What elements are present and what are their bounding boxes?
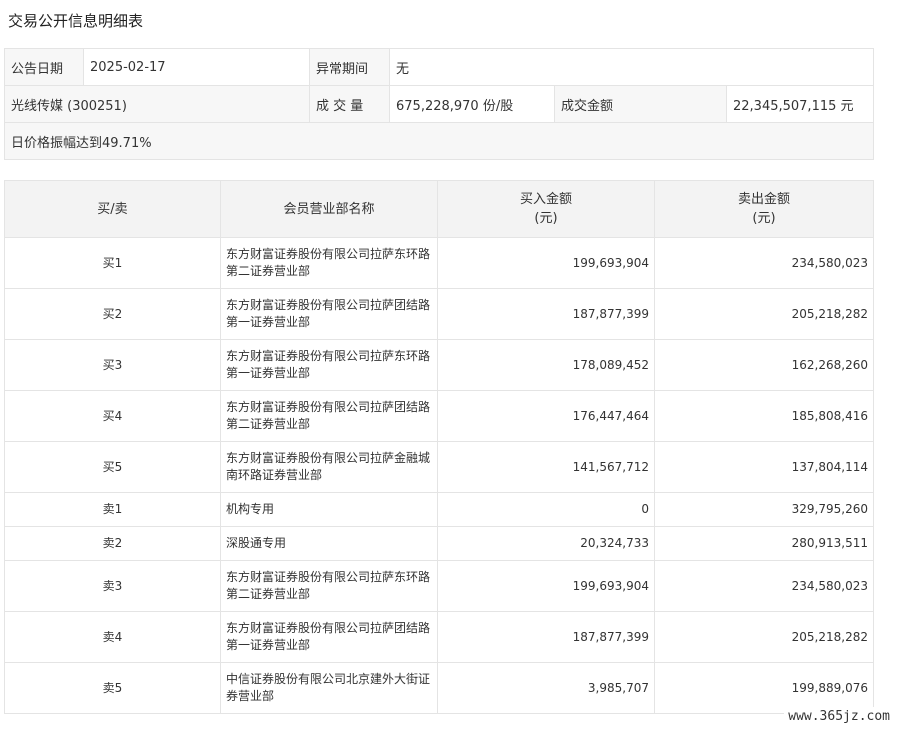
page-title: 交易公开信息明细表 — [8, 12, 144, 30]
table-row: 卖1 机构专用 0 329,795,260 — [4, 492, 874, 527]
row-buy-amount: 187,877,399 — [437, 611, 655, 663]
row-branch: 东方财富证券股份有限公司拉萨东环路第二证券营业部 — [220, 237, 438, 289]
table-row: 买2 东方财富证券股份有限公司拉萨团结路第一证券营业部 187,877,399 … — [4, 288, 874, 340]
row-side: 卖3 — [4, 560, 221, 612]
abnormal-period-label: 异常期间 — [309, 48, 390, 86]
table-row: 卖5 中信证券股份有限公司北京建外大街证券营业部 3,985,707 199,8… — [4, 662, 874, 714]
table-row: 买5 东方财富证券股份有限公司拉萨金融城南环路证券营业部 141,567,712… — [4, 441, 874, 493]
reason-text: 日价格振幅达到49.71% — [4, 122, 874, 160]
header-buy-unit: (元) — [534, 211, 558, 226]
info-row-reason: 日价格振幅达到49.71% — [4, 122, 874, 160]
header-sell-amount: 卖出金额 (元) — [654, 180, 874, 238]
row-buy-amount: 0 — [437, 492, 655, 527]
row-sell-amount: 199,889,076 — [654, 662, 874, 714]
detail-header-row: 买/卖 会员营业部名称 买入金额 (元) 卖出金额 (元) — [4, 180, 874, 238]
row-buy-amount: 20,324,733 — [437, 526, 655, 561]
row-sell-amount: 280,913,511 — [654, 526, 874, 561]
row-branch: 东方财富证券股份有限公司拉萨团结路第一证券营业部 — [220, 288, 438, 340]
announce-date-value: 2025-02-17 — [83, 48, 310, 86]
row-sell-amount: 329,795,260 — [654, 492, 874, 527]
row-side: 买2 — [4, 288, 221, 340]
turnover-value: 22,345,507,115 元 — [726, 85, 874, 123]
detail-table: 买/卖 会员营业部名称 买入金额 (元) 卖出金额 (元) 买1 东方财富证券股… — [4, 180, 874, 714]
row-sell-amount: 234,580,023 — [654, 560, 874, 612]
header-buy-amount-label: 买入金额 — [519, 192, 572, 207]
row-branch: 东方财富证券股份有限公司拉萨金融城南环路证券营业部 — [220, 441, 438, 493]
table-row: 卖3 东方财富证券股份有限公司拉萨东环路第二证券营业部 199,693,904 … — [4, 560, 874, 612]
volume-label: 成 交 量 — [309, 85, 390, 123]
site-watermark: www.365jz.com — [784, 707, 894, 727]
row-buy-amount: 187,877,399 — [437, 288, 655, 340]
table-row: 买4 东方财富证券股份有限公司拉萨团结路第二证券营业部 176,447,464 … — [4, 390, 874, 442]
table-row: 买1 东方财富证券股份有限公司拉萨东环路第二证券营业部 199,693,904 … — [4, 237, 874, 289]
row-buy-amount: 176,447,464 — [437, 390, 655, 442]
row-buy-amount: 141,567,712 — [437, 441, 655, 493]
row-branch: 东方财富证券股份有限公司拉萨东环路第一证券营业部 — [220, 339, 438, 391]
row-side: 卖1 — [4, 492, 221, 527]
turnover-label: 成交金额 — [554, 85, 727, 123]
row-branch: 机构专用 — [220, 492, 438, 527]
row-buy-amount: 3,985,707 — [437, 662, 655, 714]
row-side: 买4 — [4, 390, 221, 442]
row-sell-amount: 185,808,416 — [654, 390, 874, 442]
table-row: 卖2 深股通专用 20,324,733 280,913,511 — [4, 526, 874, 561]
header-sell-amount-label: 卖出金额 — [737, 192, 790, 207]
table-row: 买3 东方财富证券股份有限公司拉萨东环路第一证券营业部 178,089,452 … — [4, 339, 874, 391]
row-side: 买3 — [4, 339, 221, 391]
row-branch: 东方财富证券股份有限公司拉萨团结路第一证券营业部 — [220, 611, 438, 663]
row-branch: 东方财富证券股份有限公司拉萨东环路第二证券营业部 — [220, 560, 438, 612]
row-buy-amount: 199,693,904 — [437, 237, 655, 289]
row-buy-amount: 178,089,452 — [437, 339, 655, 391]
info-row-date: 公告日期 2025-02-17 异常期间 无 — [4, 48, 874, 86]
row-sell-amount: 205,218,282 — [654, 611, 874, 663]
row-side: 卖2 — [4, 526, 221, 561]
abnormal-period-value: 无 — [389, 48, 874, 86]
row-side: 买1 — [4, 237, 221, 289]
info-row-volume: 光线传媒 (300251) 成 交 量 675,228,970 份/股 成交金额… — [4, 85, 874, 123]
info-table: 公告日期 2025-02-17 异常期间 无 光线传媒 (300251) 成 交… — [4, 48, 874, 160]
table-row: 卖4 东方财富证券股份有限公司拉萨团结路第一证券营业部 187,877,399 … — [4, 611, 874, 663]
row-sell-amount: 137,804,114 — [654, 441, 874, 493]
header-branch: 会员营业部名称 — [220, 180, 438, 238]
row-branch: 东方财富证券股份有限公司拉萨团结路第二证券营业部 — [220, 390, 438, 442]
row-sell-amount: 162,268,260 — [654, 339, 874, 391]
header-sell-unit: (元) — [752, 211, 776, 226]
row-side: 卖5 — [4, 662, 221, 714]
row-sell-amount: 234,580,023 — [654, 237, 874, 289]
row-side: 卖4 — [4, 611, 221, 663]
row-side: 买5 — [4, 441, 221, 493]
announce-date-label: 公告日期 — [4, 48, 84, 86]
volume-value: 675,228,970 份/股 — [389, 85, 555, 123]
stock-label: 光线传媒 (300251) — [4, 85, 310, 123]
row-sell-amount: 205,218,282 — [654, 288, 874, 340]
header-buy-amount: 买入金额 (元) — [437, 180, 655, 238]
row-buy-amount: 199,693,904 — [437, 560, 655, 612]
header-side: 买/卖 — [4, 180, 221, 238]
row-branch: 深股通专用 — [220, 526, 438, 561]
row-branch: 中信证券股份有限公司北京建外大街证券营业部 — [220, 662, 438, 714]
